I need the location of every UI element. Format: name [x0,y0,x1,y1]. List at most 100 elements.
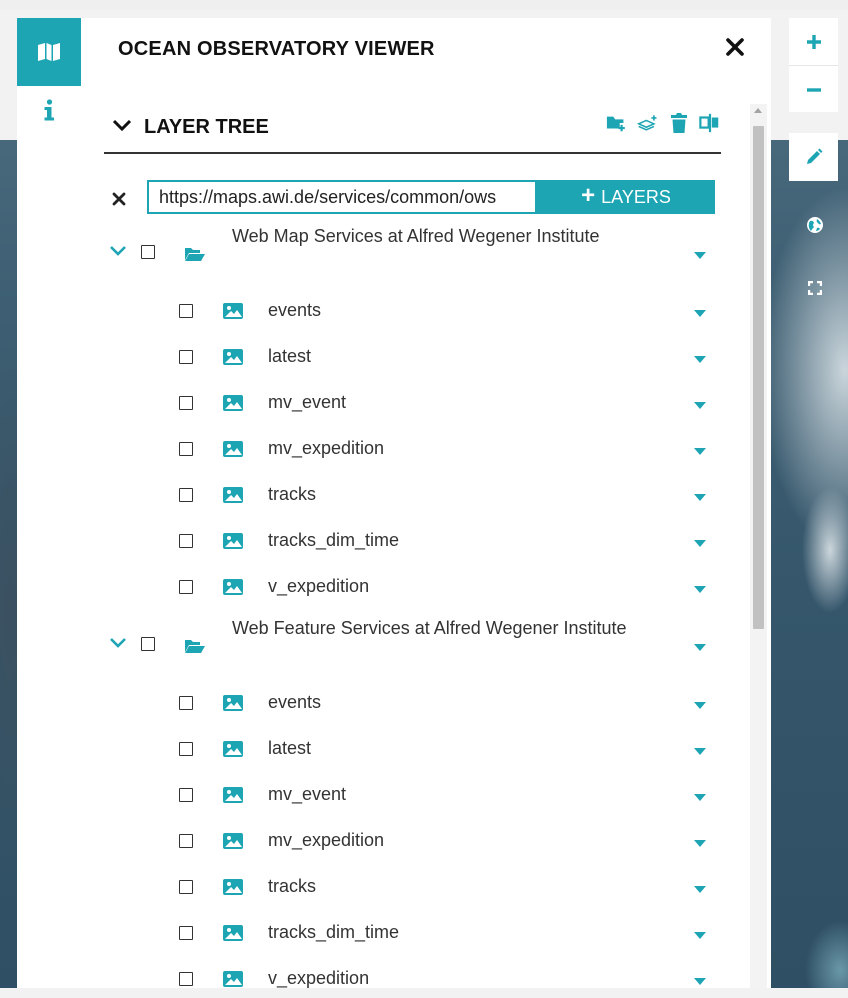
folder-checkbox[interactable] [141,245,155,259]
image-icon [223,787,243,803]
layer-checkbox[interactable] [179,972,193,986]
split-button[interactable] [699,111,721,135]
scroll-up-arrow[interactable] [754,108,762,113]
layer-row[interactable]: events [81,288,721,334]
layer-label: tracks [268,484,317,504]
add-layer-icon [637,115,657,131]
folder-label: Web Map Services at Alfred Wegener Insti… [232,226,600,246]
caret-down-icon [694,702,706,709]
caret-down-icon [694,978,706,985]
layer-label: tracks_dim_time [268,530,400,550]
add-layer-button[interactable] [637,111,659,135]
map-icon [38,43,60,61]
caret-down-icon [694,252,706,259]
projection-button[interactable] [802,212,828,238]
draw-button[interactable] [789,133,838,181]
caret-down-icon [694,356,706,363]
image-icon [223,741,243,757]
scroll-thumb[interactable] [753,126,764,629]
layer-row[interactable]: tracks_dim_time [81,518,721,564]
layer-tree: Web Map Services at Alfred Wegener Insti… [81,218,751,998]
caret-down-icon [694,932,706,939]
layer-row[interactable]: latest [81,334,721,380]
folder-label: Web Feature Services at Alfred Wegener I… [232,618,627,638]
close-panel-button[interactable] [722,32,748,62]
image-icon [223,971,243,987]
layer-row[interactable]: mv_expedition [81,426,721,472]
layer-checkbox[interactable] [179,742,193,756]
zoom-out-button[interactable] [789,66,838,113]
pencil-icon [806,148,822,164]
layer-checkbox[interactable] [179,788,193,802]
clear-url-icon[interactable] [110,190,128,208]
layer-checkbox[interactable] [179,834,193,848]
layer-checkbox[interactable] [179,926,193,940]
layer-checkbox[interactable] [179,442,193,456]
layer-row[interactable]: v_expedition [81,956,721,998]
layer-checkbox[interactable] [179,696,193,710]
zoom-out-icon [806,87,821,92]
image-icon [223,441,243,457]
layer-row[interactable]: tracks [81,472,721,518]
layer-row[interactable]: tracks_dim_time [81,910,721,956]
add-layers-label: LAYERS [601,186,671,207]
layer-checkbox[interactable] [179,350,193,364]
layer-label: events [268,300,322,320]
delete-button[interactable] [668,111,690,135]
layer-checkbox[interactable] [179,880,193,894]
panel-title: OCEAN OBSERVATORY VIEWER [118,38,435,60]
layer-checkbox[interactable] [179,396,193,410]
caret-down-icon [694,644,706,651]
layer-label: mv_expedition [268,438,385,458]
folder-row[interactable]: Web Feature Services at Alfred Wegener I… [81,610,721,680]
image-icon [223,579,243,595]
top-strip [0,0,848,10]
layer-row[interactable]: events [81,680,721,726]
chevron-down-icon [112,119,132,132]
layer-tree-header[interactable]: LAYER TREE [104,108,721,154]
add-folder-button[interactable] [606,111,628,135]
zoom-in-button[interactable] [789,18,838,65]
layer-row[interactable]: v_expedition [81,564,721,610]
layer-row[interactable]: latest [81,726,721,772]
folder-open-icon [185,640,205,653]
layer-label: tracks_dim_time [268,922,400,942]
chevron-down-icon [110,638,126,648]
tab-map[interactable] [17,18,81,86]
layer-row[interactable]: mv_expedition [81,818,721,864]
folder-row[interactable]: Web Map Services at Alfred Wegener Insti… [81,218,721,288]
layer-label: mv_event [268,392,347,412]
layer-checkbox[interactable] [179,580,193,594]
layer-panel: OCEAN OBSERVATORY VIEWER LAYER TREE http… [81,18,771,988]
plus-icon: + [581,182,596,209]
image-icon [223,833,243,849]
layer-tree-title: LAYER TREE [144,116,269,138]
image-icon [223,303,243,319]
close-icon [726,38,744,56]
fullscreen-button[interactable] [802,275,828,301]
caret-down-icon [694,748,706,755]
zoom-control [789,18,838,112]
layer-label: latest [268,738,312,758]
layer-checkbox[interactable] [179,488,193,502]
folder-checkbox[interactable] [141,637,155,651]
scrollbar[interactable] [750,104,767,988]
layer-checkbox[interactable] [179,304,193,318]
layer-label: v_expedition [268,968,370,988]
layer-row[interactable]: tracks [81,864,721,910]
service-url-input[interactable] [147,180,537,214]
split-icon [699,113,719,133]
layer-row[interactable]: mv_event [81,772,721,818]
add-layers-button[interactable]: + LAYERS [537,180,715,214]
image-icon [223,349,243,365]
layer-row[interactable]: mv_event [81,380,721,426]
layer-label: tracks [268,876,317,896]
layer-label: events [268,692,322,712]
layer-checkbox[interactable] [179,534,193,548]
image-icon [223,533,243,549]
url-bar: + LAYERS [104,180,716,218]
trash-icon [671,113,687,133]
chevron-down-icon [110,246,126,256]
tab-info[interactable] [17,86,81,134]
layer-label: v_expedition [268,576,370,596]
